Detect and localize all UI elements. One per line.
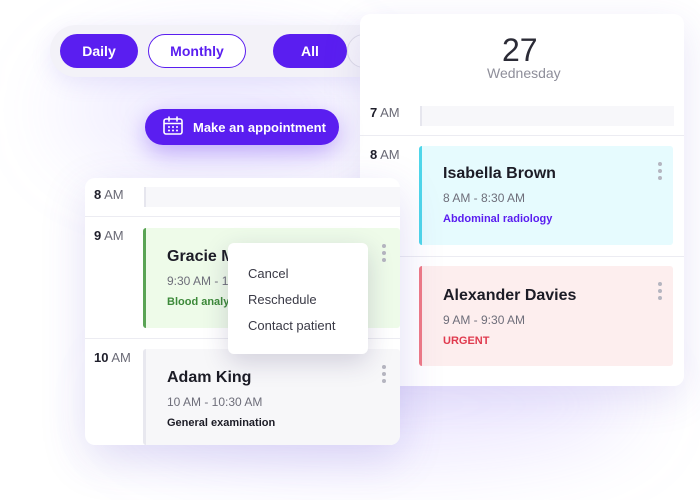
row-divider [360,256,684,257]
empty-slot[interactable] [420,106,674,126]
appointment-time: 9:30 AM - 1( [167,274,233,288]
appointment-type: General examination [167,417,276,429]
appointment-type: Abdominal radiology [443,213,553,225]
daily-filter-button[interactable]: Daily [60,34,138,68]
cancel-menu-item[interactable]: Cancel [248,266,288,281]
patient-name: Isabella Brown [443,165,556,182]
appointment-card[interactable]: Alexander Davies 9 AM - 9:30 AM URGENT [419,266,673,366]
time-label: 10 AM [94,350,131,365]
patient-name: Alexander Davies [443,287,577,304]
monthly-filter-button[interactable]: Monthly [148,34,246,68]
make-appointment-label: Make an appointment [193,119,326,135]
urgent-badge: URGENT [443,335,490,347]
time-slot-row: 8 AM [85,178,400,216]
day-calendar-panel: 27 Wednesday 7 AM 8 AM Isabella Brown 8 … [360,14,684,386]
empty-slot[interactable] [144,187,400,207]
appointment-time: 8 AM - 8:30 AM [443,191,526,205]
time-label: 7 AM [370,105,400,120]
more-options-icon[interactable] [382,244,386,262]
make-appointment-button[interactable]: Make an appointment [145,109,339,145]
appointment-time: 9 AM - 9:30 AM [443,313,526,327]
time-label: 9 AM [94,228,124,243]
date-number: 27 [502,32,538,68]
all-filter-button[interactable]: All [273,34,347,68]
more-options-icon[interactable] [382,365,386,383]
appointment-context-menu: Cancel Reschedule Contact patient [228,243,368,354]
contact-patient-menu-item[interactable]: Contact patient [248,318,335,333]
weekday-label: Wednesday [487,65,561,81]
time-label: 8 AM [370,147,400,162]
more-options-icon[interactable] [658,282,662,300]
appointment-time: 10 AM - 10:30 AM [167,395,263,409]
appointment-type: Blood analys [167,296,236,308]
calendar-icon [163,116,183,138]
patient-name: Adam King [167,369,252,386]
appointment-card[interactable]: Adam King 10 AM - 10:30 AM General exami… [143,349,400,445]
reschedule-menu-item[interactable]: Reschedule [248,292,317,307]
time-label: 8 AM [94,187,124,202]
more-options-icon[interactable] [658,162,662,180]
appointment-card[interactable]: Isabella Brown 8 AM - 8:30 AM Abdominal … [419,146,673,245]
patient-name: Gracie M [167,248,235,265]
time-slot-row: 7 AM [360,94,684,138]
